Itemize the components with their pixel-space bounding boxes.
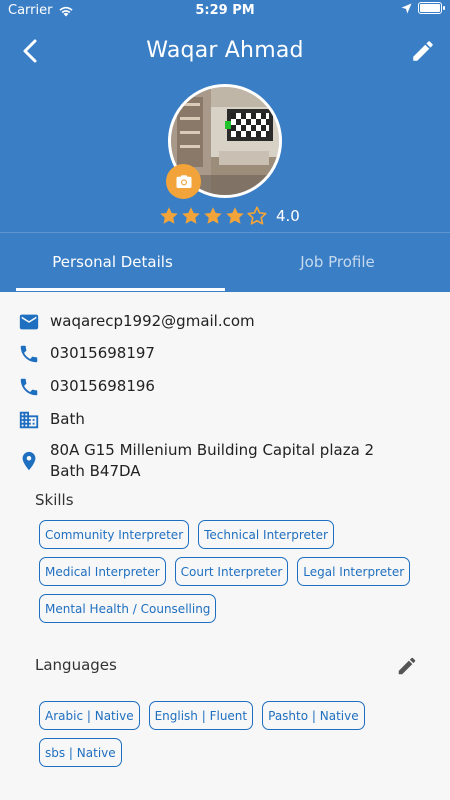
change-photo-button[interactable]	[166, 164, 201, 199]
phone-value-1: 03015698197	[50, 344, 155, 362]
location-pin-icon	[22, 451, 36, 471]
building-icon	[19, 411, 39, 429]
location-arrow-icon	[401, 3, 412, 13]
phone-icon	[20, 345, 38, 363]
skill-chip[interactable]: Technical Interpreter	[198, 520, 334, 549]
skill-chip[interactable]: Legal Interpreter	[297, 557, 411, 586]
status-time: 5:29 PM	[195, 3, 255, 18]
language-chip[interactable]: Pashto | Native	[262, 701, 365, 730]
page-title: Waqar Ahmad	[146, 38, 304, 63]
camera-icon	[176, 174, 191, 188]
rating-value: 4.0	[276, 207, 300, 225]
language-chip[interactable]: English | Fluent	[148, 701, 254, 730]
star-outline-icon	[247, 206, 267, 225]
profile-header: Carrier 5:29 PM Waqar Ahmad 4.0 Personal…	[0, 0, 450, 292]
languages-row-1: Arabic | Native English | Fluent Pashto …	[39, 701, 365, 730]
language-chip[interactable]: sbs | Native	[39, 738, 122, 767]
tab-bar: Personal Details Job Profile	[0, 232, 450, 292]
pencil-icon	[398, 657, 416, 675]
chevron-left-icon	[23, 39, 37, 63]
phone-row-1[interactable]: 03015698197	[18, 343, 155, 365]
city-value: Bath	[50, 410, 85, 428]
email-value: waqarecp1992@gmail.com	[50, 312, 255, 330]
star-filled-icon	[226, 207, 244, 224]
languages-label: Languages	[35, 656, 117, 674]
tab-personal-details[interactable]: Personal Details	[0, 233, 225, 291]
skill-chip[interactable]: Community Interpreter	[39, 520, 190, 549]
status-bar: Carrier 5:29 PM	[0, 0, 450, 22]
pencil-icon	[413, 41, 433, 61]
address-value: 80A G15 Millenium Building Capital plaza…	[50, 441, 375, 480]
skills-row-2: Medical Interpreter Court Interpreter Le…	[39, 557, 411, 586]
skill-chip[interactable]: Medical Interpreter	[39, 557, 166, 586]
edit-profile-button[interactable]	[410, 38, 436, 64]
star-filled-icon	[204, 207, 222, 224]
back-button[interactable]	[16, 36, 46, 66]
phone-icon	[20, 378, 38, 396]
skills-row-1: Community Interpreter Technical Interpre…	[39, 520, 334, 549]
tab-job-profile[interactable]: Job Profile	[225, 233, 450, 291]
language-chip[interactable]: Arabic | Native	[39, 701, 140, 730]
languages-row-2: sbs | Native	[39, 738, 122, 767]
email-icon	[19, 314, 39, 330]
skill-chip[interactable]: Mental Health / Counselling	[39, 594, 217, 623]
battery-icon	[418, 2, 445, 14]
rating: 4.0	[158, 205, 300, 227]
phone-value-2: 03015698196	[50, 377, 155, 395]
skills-label: Skills	[35, 491, 74, 509]
skill-chip[interactable]: Court Interpreter	[174, 557, 289, 586]
skills-row-3: Mental Health / Counselling	[39, 594, 217, 623]
address-row: 80A G15 Millenium Building Capital plaza…	[18, 440, 398, 482]
active-tab-indicator	[16, 288, 225, 291]
battery-level	[420, 4, 440, 12]
star-filled-icon	[160, 207, 178, 224]
city-row: Bath	[18, 409, 85, 431]
star-filled-icon	[182, 207, 200, 224]
edit-languages-button[interactable]	[396, 655, 418, 677]
email-row[interactable]: waqarecp1992@gmail.com	[18, 311, 255, 333]
phone-row-2[interactable]: 03015698196	[18, 376, 155, 398]
